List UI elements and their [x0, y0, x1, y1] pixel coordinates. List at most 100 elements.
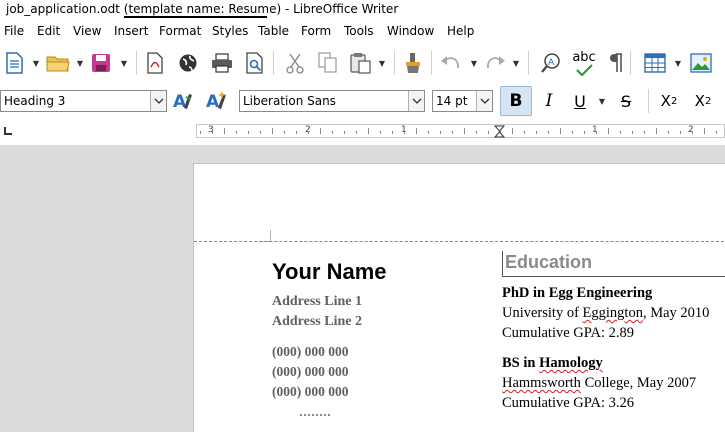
- font-name-value: Liberation Sans: [243, 94, 336, 108]
- school-1[interactable]: University of Eggington, May 2010: [502, 305, 709, 322]
- redo-icon[interactable]: [484, 52, 506, 74]
- ruler-tick: [236, 131, 237, 134]
- menu-window[interactable]: Window: [387, 24, 434, 38]
- print-icon[interactable]: [211, 52, 233, 74]
- gpa-2[interactable]: Cumulative GPA: 3.26: [502, 395, 634, 412]
- standard-toolbar: ▼ ▼ ▼ ▼ ▼ ▼ A abc ▼: [0, 44, 725, 84]
- menu-tools[interactable]: Tools: [344, 24, 374, 38]
- new-style-icon[interactable]: A: [204, 90, 230, 112]
- ruler-tick: [512, 128, 513, 134]
- export-pdf-icon[interactable]: [144, 52, 166, 74]
- document-page[interactable]: Your Name Address Line 1 Address Line 2 …: [193, 163, 725, 432]
- superscript-button[interactable]: X2: [656, 86, 682, 116]
- phone-line[interactable]: (000) 000 000: [272, 364, 349, 380]
- tab-stop-selector-icon[interactable]: [4, 127, 12, 135]
- open-dropdown-icon[interactable]: ▼: [76, 52, 84, 74]
- subscript-button[interactable]: X2: [690, 86, 716, 116]
- underline-dropdown-icon[interactable]: ▼: [598, 90, 606, 112]
- new-dropdown-icon[interactable]: ▼: [32, 52, 40, 74]
- ruler-tick: [536, 131, 537, 134]
- paragraph-style-combo[interactable]: Heading 3: [0, 90, 167, 112]
- subscript-mark: 2: [704, 95, 712, 107]
- ruler-tick: [524, 131, 525, 134]
- undo-icon[interactable]: [440, 52, 462, 74]
- menu-styles[interactable]: Styles: [212, 24, 248, 38]
- ruler-tick: [620, 131, 621, 134]
- horizontal-ruler[interactable]: 3 2 1 1 2: [196, 124, 725, 138]
- save-dropdown-icon[interactable]: ▼: [120, 52, 128, 74]
- menu-form[interactable]: Form: [301, 24, 331, 38]
- ruler-tick: [680, 131, 681, 134]
- undo-dropdown-icon[interactable]: ▼: [470, 52, 478, 74]
- ruler-tick: [368, 128, 369, 134]
- partial-text-fragment: [300, 414, 330, 417]
- address-line-1[interactable]: Address Line 1: [272, 294, 362, 310]
- phone-line[interactable]: (000) 000 000: [272, 384, 349, 400]
- ruler-tick: [416, 128, 417, 134]
- menu-help[interactable]: Help: [447, 24, 474, 38]
- underline-button[interactable]: U: [568, 86, 592, 116]
- menu-insert[interactable]: Insert: [114, 24, 148, 38]
- update-style-icon[interactable]: A: [171, 90, 197, 112]
- clone-formatting-icon[interactable]: [402, 52, 424, 74]
- degree-1[interactable]: PhD in Egg Engineering: [502, 285, 652, 302]
- ruler-tick: [464, 128, 465, 134]
- formatting-marks-icon[interactable]: [605, 52, 627, 74]
- address-line-2[interactable]: Address Line 2: [272, 314, 362, 330]
- spelling-icon[interactable]: abc: [570, 48, 598, 78]
- phone-line[interactable]: (000) 000 000: [272, 344, 349, 360]
- chevron-down-icon[interactable]: [408, 91, 424, 111]
- strikethrough-button[interactable]: S: [614, 86, 638, 116]
- ruler-tick: [284, 131, 285, 134]
- title-bar: job_application.odt (template name: Resu…: [0, 0, 725, 20]
- paste-icon[interactable]: [350, 52, 372, 74]
- cut-icon[interactable]: [284, 52, 306, 74]
- ruler-tick: [488, 131, 489, 134]
- insert-table-icon[interactable]: [644, 52, 666, 74]
- menu-edit[interactable]: Edit: [37, 24, 60, 38]
- copy-icon[interactable]: [317, 52, 339, 74]
- open-folder-icon[interactable]: [46, 52, 72, 74]
- chevron-down-icon[interactable]: [150, 91, 166, 111]
- bold-button[interactable]: B: [500, 86, 532, 116]
- ruler-tick: [248, 131, 249, 134]
- print-preview-icon[interactable]: [244, 52, 266, 74]
- indent-marker-icon[interactable]: [494, 125, 505, 138]
- paste-dropdown-icon[interactable]: ▼: [378, 52, 386, 74]
- ruler-tick: [452, 131, 453, 134]
- toolbar-separator: [630, 51, 631, 75]
- font-name-combo[interactable]: Liberation Sans: [239, 90, 425, 112]
- ruler-tick: [584, 131, 585, 134]
- menu-table[interactable]: Table: [258, 24, 289, 38]
- menu-format[interactable]: Format: [159, 24, 201, 38]
- table-dropdown-icon[interactable]: ▼: [674, 52, 682, 74]
- toolbar-separator: [528, 51, 529, 75]
- italic-button[interactable]: I: [538, 86, 560, 116]
- school-2[interactable]: Hammsworth College, May 2007: [502, 375, 696, 392]
- insert-image-icon[interactable]: [690, 52, 712, 74]
- toolbar-separator: [648, 89, 649, 113]
- menu-bar: File Edit View Insert Format Styles Tabl…: [0, 22, 725, 42]
- new-document-icon[interactable]: [3, 52, 25, 74]
- ruler-tick: [428, 131, 429, 134]
- menu-file[interactable]: File: [4, 24, 24, 38]
- spelling-label: abc: [572, 49, 596, 65]
- font-size-combo[interactable]: 14 pt: [432, 90, 493, 112]
- chevron-down-icon[interactable]: [476, 91, 492, 111]
- degree-2[interactable]: BS in Hamology: [502, 355, 603, 372]
- resume-name[interactable]: Your Name: [272, 259, 387, 285]
- school-1-name: Eggington: [582, 305, 643, 321]
- gpa-1[interactable]: Cumulative GPA: 2.89: [502, 325, 634, 342]
- ruler-tick: [260, 131, 261, 134]
- redo-dropdown-icon[interactable]: ▼: [512, 52, 520, 74]
- menu-view[interactable]: View: [73, 24, 101, 38]
- save-icon[interactable]: [90, 52, 112, 74]
- title-underline-annotation: [124, 16, 267, 18]
- toolbar-separator: [431, 51, 432, 75]
- paragraph-style-value: Heading 3: [4, 94, 66, 108]
- education-heading-frame[interactable]: Education: [502, 251, 725, 277]
- globe-icon[interactable]: [177, 52, 199, 74]
- education-heading: Education: [505, 252, 593, 272]
- find-replace-icon[interactable]: A: [540, 52, 562, 74]
- ruler-tick: [404, 131, 405, 134]
